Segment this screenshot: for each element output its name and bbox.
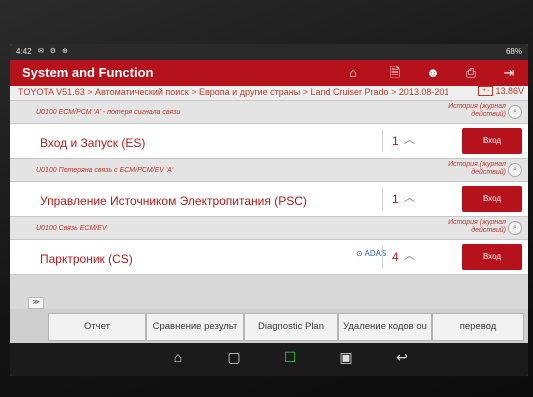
chevron-up-icon[interactable]: ︿ [404,189,415,205]
enter-button[interactable]: Вход [462,244,522,270]
search-icon[interactable]: ⌕ [508,163,522,177]
report-icon[interactable]: 🗎 [382,62,408,84]
list-item[interactable]: Парктроник (CS) ⊙ ADAS 4 ︿ Вход [10,239,528,275]
gallery-icon[interactable]: ▣ [336,349,356,366]
history-link[interactable]: История (журнал действий) [436,161,506,177]
back-icon[interactable]: ↩ [392,349,412,366]
exit-icon[interactable]: ⇥ [496,62,522,84]
fault-count: 1 [392,134,399,148]
search-icon[interactable]: ⌕ [508,105,522,119]
collapse-icon[interactable]: ≫ [28,297,44,309]
voltage-indicator: + - 13.86V [478,86,524,96]
list-item[interactable]: Вход и Запуск (ES) 1 ︿ Вход [10,123,528,159]
diagnostic-plan-button[interactable]: Diagnostic Plan [244,313,338,341]
list-item[interactable]: Управление Источником Электропитания (PS… [10,181,528,217]
recent-apps-icon[interactable]: ▢ [224,349,244,366]
report-button[interactable]: Отчет [48,313,146,341]
enter-button[interactable]: Вход [462,186,522,212]
chevron-up-icon[interactable]: ︿ [404,131,415,147]
history-link[interactable]: История (журнал действий) [436,103,506,119]
fault-count: 1 [392,192,399,206]
bottom-toolbar: Отчет Сравнение результ Diagnostic Plan … [10,309,528,343]
divider [382,130,383,152]
search-icon[interactable]: ⌕ [508,221,522,235]
fault-count: 4 [392,250,399,264]
system-nav-bar: ⌂ ▢ ☐ ▣ ↩ [10,343,528,376]
page-title: System and Function [22,65,154,80]
notification-icons: ✉ ⚙ ⊕ [38,48,70,55]
enter-button[interactable]: Вход [462,128,522,154]
dtc-header: U0100 Потеряна связь с ECM/PCM/EV 'A' Ис… [10,159,528,181]
system-name: Парктроник (CS) [40,252,133,266]
dtc-code: U0100 Связь ECM/EV [36,225,107,232]
system-name: Вход и Запуск (ES) [40,136,146,150]
adas-label: ADAS [364,249,387,258]
system-name: Управление Источником Электропитания (PS… [40,194,307,208]
divider [382,188,383,210]
breadcrumb-path: TOYOTA V51.63 > Автоматический поиск > Е… [18,87,448,97]
home-icon[interactable]: ⌂ [168,349,188,365]
dtc-code: U0100 Потеряна связь с ECM/PCM/EV 'A' [36,167,174,174]
breadcrumb: TOYOTA V51.63 > Автоматический поиск > Е… [10,86,528,101]
dtc-code: U0100 ECM/PCM 'A' - потеря сигнала связи [36,109,181,116]
dtc-header: U0100 ECM/PCM 'A' - потеря сигнала связи… [10,101,528,123]
tablet-screen: 4:42 ✉ ⚙ ⊕ 68% System and Function ⌂ 🗎 ☻… [10,44,528,376]
clear-codes-button[interactable]: Удаление кодов ou [338,313,432,341]
battery-level: 68% [505,47,522,56]
voltage-value: 13.86V [495,86,524,96]
user-icon[interactable]: ☻ [420,62,446,84]
system-list: U0100 ECM/PCM 'A' - потеря сигнала связи… [10,101,528,301]
car-battery-icon: + - [478,86,494,96]
diagnostic-icon[interactable]: ☐ [280,349,300,366]
home-icon[interactable]: ⌂ [340,62,366,84]
divider [382,246,383,268]
print-icon[interactable]: ⎙ [458,62,484,84]
translate-button[interactable]: перевод [432,313,524,341]
app-header: System and Function ⌂ 🗎 ☻ ⎙ ⇥ [10,60,528,86]
chevron-up-icon[interactable]: ︿ [404,247,415,263]
history-link[interactable]: История (журнал действий) [436,219,506,235]
compare-results-button[interactable]: Сравнение результ [146,313,244,341]
status-bar: 4:42 ✉ ⚙ ⊕ 68% [10,44,528,60]
status-time: 4:42 [16,47,32,56]
dtc-header: U0100 Связь ECM/EV История (журнал дейст… [10,217,528,239]
